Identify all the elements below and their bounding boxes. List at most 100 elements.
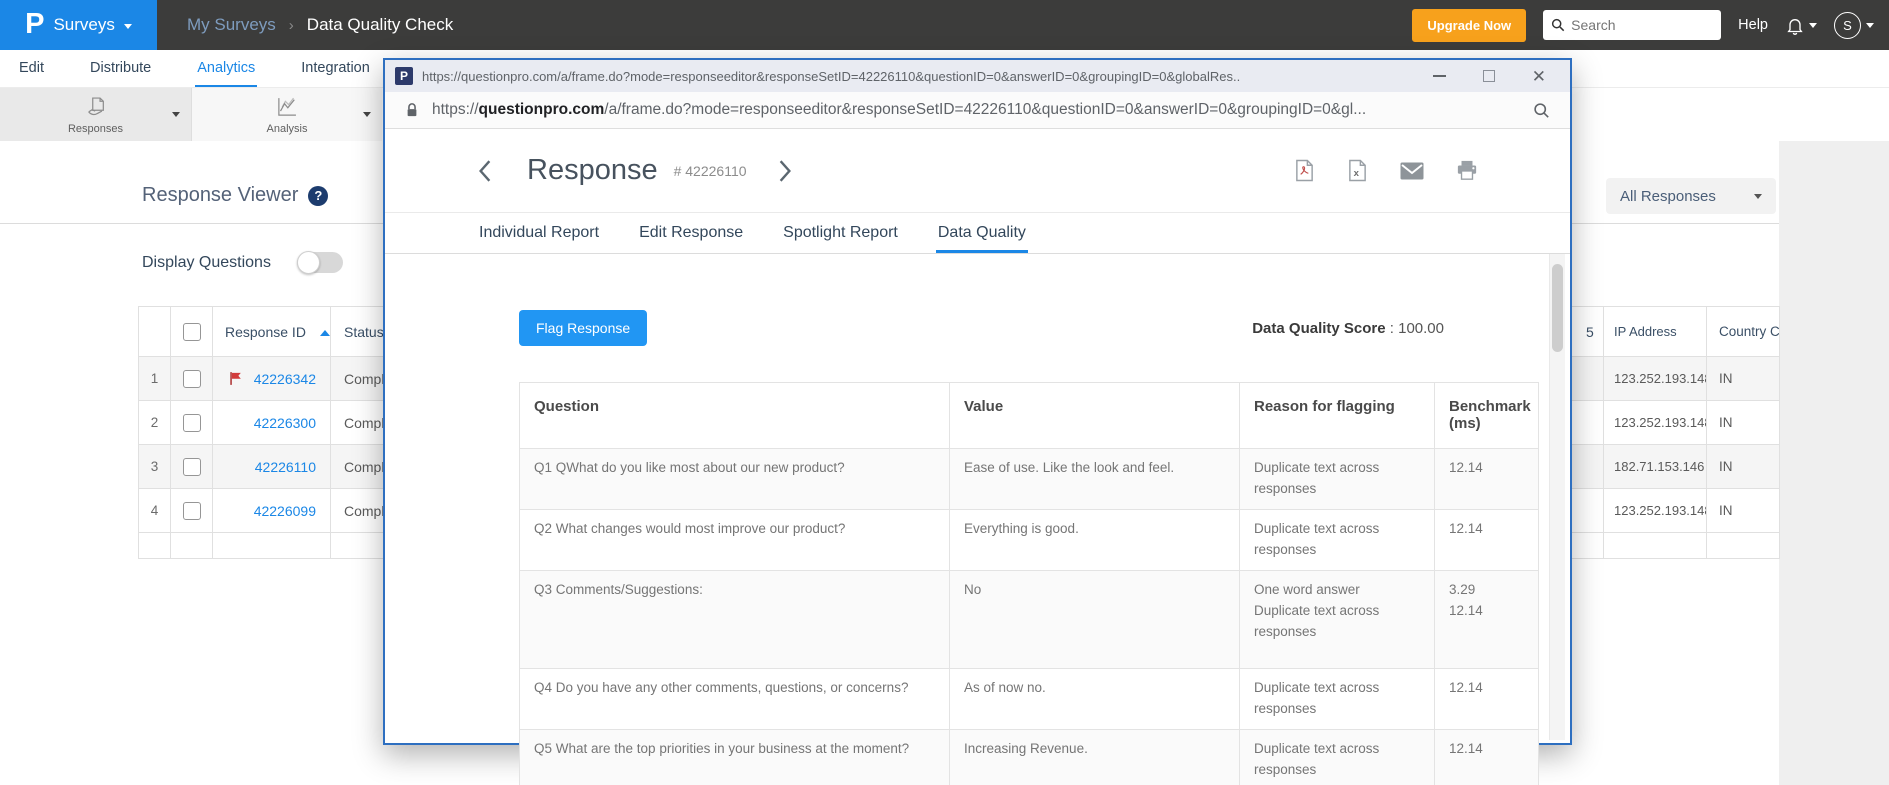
all-responses-label: All Responses: [1620, 188, 1716, 205]
toolbar-item-responses[interactable]: Responses: [0, 88, 191, 141]
response-id-cell: 42226300: [213, 401, 331, 445]
email-icon[interactable]: [1400, 162, 1424, 180]
toolbar-item-label: Analysis: [267, 123, 308, 135]
row-number: 2: [139, 401, 171, 445]
url-domain: questionpro.com: [479, 101, 605, 118]
caret-down-icon: [1809, 23, 1817, 28]
upgrade-now-button[interactable]: Upgrade Now: [1412, 9, 1526, 42]
response-tab[interactable]: Spotlight Report: [781, 213, 900, 253]
maximize-icon[interactable]: [1483, 70, 1495, 82]
dq-row: Q4 Do you have any other comments, quest…: [520, 669, 1539, 730]
dq-reason-cell: Duplicate text across responses: [1240, 730, 1435, 785]
ip-address-cell: 123.252.193.148: [1604, 401, 1707, 445]
caret-down-icon: [1866, 23, 1874, 28]
dq-question-cell: Q3 Comments/Suggestions:: [520, 570, 950, 669]
chevron-right-icon[interactable]: [777, 159, 793, 183]
response-tabs: Individual Report Edit Response Spotlight …: [385, 213, 1570, 254]
questionpro-app: P Surveys My Surveys › Data Quality Chec…: [0, 0, 1889, 785]
flag-response-button[interactable]: Flag Response: [519, 310, 647, 346]
breadcrumb-my-surveys[interactable]: My Surveys: [187, 15, 276, 35]
chevron-left-icon[interactable]: [477, 159, 493, 183]
viewer-heading: Response Viewer ?: [142, 184, 328, 207]
avatar: S: [1834, 12, 1861, 39]
address-bar[interactable]: https://questionpro.com/a/frame.do?mode=…: [385, 92, 1570, 129]
survey-nav-tab[interactable]: Distribute: [88, 50, 153, 87]
response-id-header[interactable]: Response ID: [213, 307, 331, 357]
row-checkbox-cell: [171, 401, 213, 445]
row-number-header: [139, 307, 171, 357]
sort-asc-icon[interactable]: [320, 330, 330, 336]
search-input[interactable]: [1571, 17, 1701, 33]
dq-reason-cell: One word answerDuplicate text across res…: [1240, 570, 1435, 669]
country-code-cell: IN: [1707, 357, 1780, 401]
row-checkbox[interactable]: [183, 502, 201, 520]
ip-address-header[interactable]: IP Address: [1604, 307, 1707, 357]
dq-row: Q2 What changes would most improve our p…: [520, 509, 1539, 570]
question-mark-circle-icon[interactable]: ?: [308, 186, 328, 206]
response-id-link[interactable]: 42226342: [254, 371, 316, 387]
response-editor-window: P https://questionpro.com/a/frame.do?mod…: [383, 58, 1572, 745]
global-search[interactable]: [1543, 10, 1721, 40]
toolbar-item-analysis[interactable]: Analysis: [191, 88, 382, 141]
data-quality-table: Question Value Reason for flagging Bench…: [519, 382, 1539, 785]
breadcrumb-current: Data Quality Check: [307, 15, 453, 35]
caret-down-icon[interactable]: [363, 112, 371, 117]
display-questions-toggle[interactable]: [297, 252, 343, 273]
response-id-link[interactable]: 42226300: [254, 415, 316, 431]
row-number: 3: [139, 445, 171, 489]
print-icon[interactable]: [1456, 160, 1478, 181]
response-id-link[interactable]: 42226110: [255, 459, 316, 475]
select-all-checkbox[interactable]: [183, 323, 201, 341]
pdf-export-icon[interactable]: [1294, 159, 1315, 182]
dq-reason-cell: Duplicate text across responses: [1240, 509, 1435, 570]
row-checkbox[interactable]: [183, 370, 201, 388]
page-title: Response Viewer: [142, 184, 298, 207]
scrollbar-thumb[interactable]: [1552, 264, 1563, 352]
row-checkbox-cell: [171, 489, 213, 533]
response-id-cell: 42226099: [213, 489, 331, 533]
country-code-header[interactable]: Country Code: [1707, 307, 1780, 357]
caret-down-icon[interactable]: [172, 112, 180, 117]
minimize-icon[interactable]: [1433, 75, 1446, 77]
dq-benchmark-cell: 12.14: [1435, 449, 1539, 510]
country-code-cell: IN: [1707, 401, 1780, 445]
caret-down-icon: [124, 24, 132, 29]
dq-row: Q3 Comments/Suggestions: No One word ans…: [520, 570, 1539, 669]
all-responses-dropdown[interactable]: All Responses: [1606, 178, 1776, 214]
dq-question-cell: Q5 What are the top priorities in your b…: [520, 730, 950, 785]
questionpro-logo-icon: P: [25, 10, 44, 39]
dq-question-cell: Q2 What changes would most improve our p…: [520, 509, 950, 570]
dq-question-cell: Q4 Do you have any other comments, quest…: [520, 669, 950, 730]
toolbar-item-label: Responses: [68, 123, 123, 135]
dq-reason-cell: Duplicate text across responses: [1240, 449, 1435, 510]
dq-benchmark-cell: 12.14: [1435, 509, 1539, 570]
response-id-link[interactable]: 42226099: [254, 503, 316, 519]
flag-icon: [229, 371, 244, 386]
product-switcher[interactable]: P Surveys: [0, 0, 157, 50]
response-id-cell: 42226342: [213, 357, 331, 401]
window-controls: ✕: [1423, 68, 1560, 85]
topbar-right-group: Upgrade Now Help S: [1412, 9, 1889, 42]
response-tab[interactable]: Data Quality: [936, 213, 1028, 253]
response-tab[interactable]: Edit Response: [637, 213, 745, 253]
dq-benchmark-cell: 3.2912.14: [1435, 570, 1539, 669]
survey-nav-tab[interactable]: Analytics: [195, 50, 257, 87]
modal-scrollbar[interactable]: [1549, 254, 1565, 740]
toggle-knob: [297, 251, 320, 274]
reason-header: Reason for flagging: [1240, 383, 1435, 449]
survey-nav-tab[interactable]: Integration: [299, 50, 372, 87]
window-title-bar[interactable]: P https://questionpro.com/a/frame.do?mod…: [385, 60, 1570, 92]
close-icon[interactable]: ✕: [1532, 68, 1546, 85]
zoom-icon[interactable]: [1533, 102, 1550, 119]
account-menu[interactable]: S: [1834, 12, 1874, 39]
response-tab[interactable]: Individual Report: [477, 213, 601, 253]
row-checkbox[interactable]: [183, 458, 201, 476]
notifications-menu[interactable]: [1785, 15, 1817, 36]
survey-nav-tab[interactable]: Edit: [17, 50, 46, 87]
value-header: Value: [950, 383, 1240, 449]
help-link[interactable]: Help: [1738, 17, 1768, 33]
row-checkbox[interactable]: [183, 414, 201, 432]
dq-question-cell: Q1 QWhat do you like most about our new …: [520, 449, 950, 510]
data-quality-panel: Flag Response Data Quality Score : 100.0…: [385, 254, 1570, 785]
excel-export-icon[interactable]: x: [1347, 159, 1368, 182]
